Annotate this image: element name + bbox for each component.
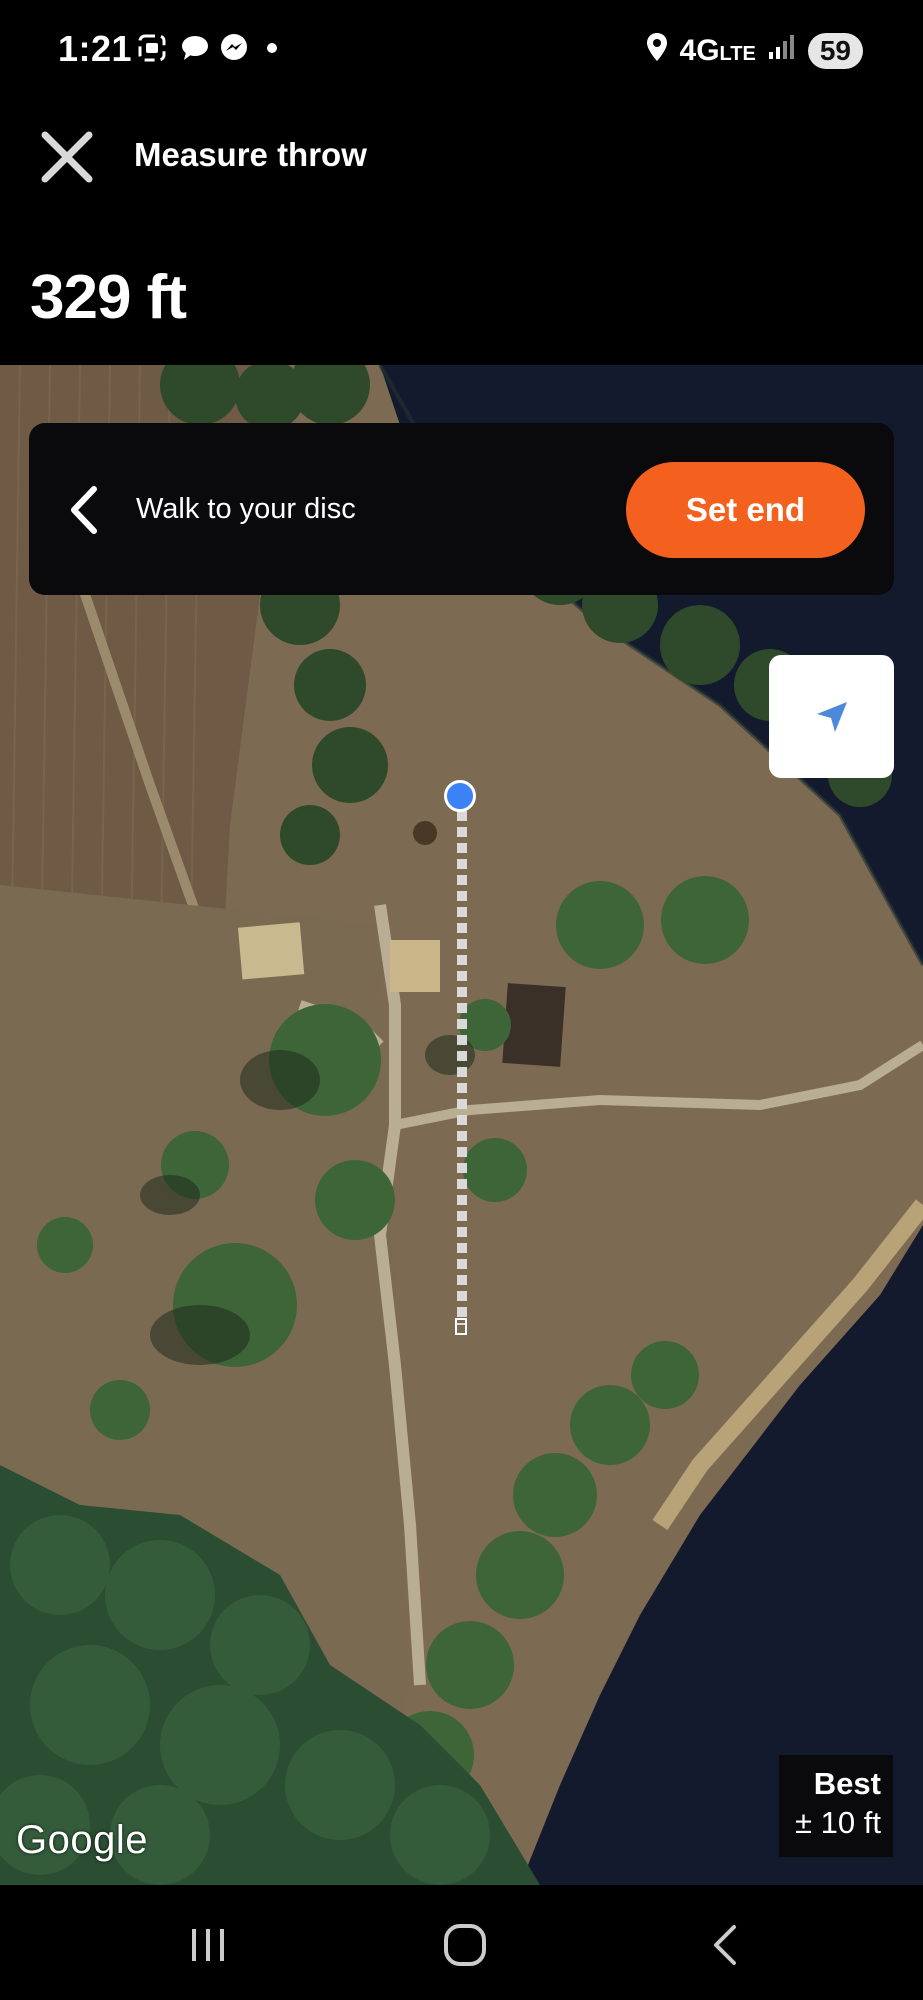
home-icon [444,1924,486,1966]
end-marker [455,1318,467,1335]
close-button[interactable] [30,120,104,194]
accuracy-label: Best [813,1766,881,1801]
signal-icon [768,34,796,68]
recents-button[interactable] [158,1910,258,1980]
recents-icon [192,1929,224,1961]
distance-readout: 329 ft [30,263,187,332]
page-title: Measure throw [134,136,367,173]
chat-icon [177,30,213,66]
close-icon [41,131,93,183]
location-icon [646,32,668,70]
navigation-arrow-icon [816,701,847,732]
network-sub-label: LTE [719,43,756,65]
back-icon [714,1925,736,1965]
set-end-button[interactable]: Set end [626,462,865,558]
screenshot-icon [134,30,170,66]
chevron-left-icon [71,486,97,534]
status-right: 4GLTE 59 [646,32,863,70]
locate-me-button[interactable] [769,655,894,778]
battery-indicator: 59 [807,33,863,69]
start-marker [444,780,476,812]
accuracy-value: ± 10 ft [795,1805,881,1840]
system-back-button[interactable] [675,1910,775,1980]
network-label: 4G [679,34,720,67]
accuracy-indicator: Best ± 10 ft [779,1755,893,1857]
home-button[interactable] [415,1910,515,1980]
google-attribution: Google [16,1818,148,1862]
instruction-text: Walk to your disc [136,493,356,525]
messenger-icon [216,30,252,66]
back-button[interactable] [54,470,114,550]
status-time: 1:21 [58,28,133,69]
notification-dot-icon [262,30,282,66]
network-type: 4GLTE [680,34,756,68]
measure-line [457,795,467,1325]
